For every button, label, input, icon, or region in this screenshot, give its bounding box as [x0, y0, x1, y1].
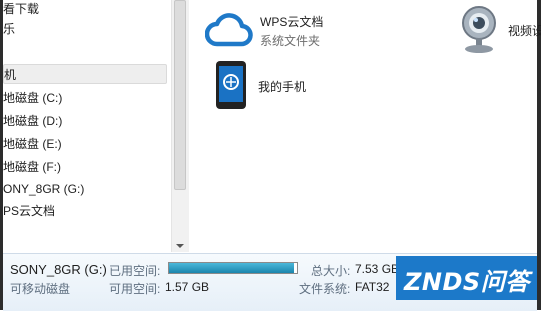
content-pane: WPS云文档 系统文件夹 视频设 我的手机 [189, 0, 541, 252]
tile-title: 视频设 [508, 24, 541, 38]
nav-item-drive-e[interactable]: 地磁盘 (E:) [3, 134, 62, 154]
usage-bar-fill [169, 263, 295, 273]
tile-title: WPS云文档 [260, 15, 324, 29]
tile-wps-cloud[interactable]: WPS云文档 系统文件夹 [205, 8, 375, 52]
nav-item-drive-g[interactable]: ONY_8GR (G:) [3, 179, 84, 199]
cloud-icon [205, 13, 253, 47]
nav-item-wps-cloud[interactable]: PS云文档 [3, 201, 55, 221]
total-size-value: 7.53 GB [355, 262, 400, 276]
usage-bar [168, 262, 298, 274]
file-system-value: FAT32 [355, 280, 390, 294]
scroll-down-arrow-icon[interactable] [176, 244, 184, 248]
tile-webcam[interactable]: 视频设 [459, 4, 541, 56]
drive-type: 可移动磁盘 [10, 282, 71, 296]
nav-item-drive-f[interactable]: 地磁盘 (F:) [3, 157, 61, 177]
drive-name: SONY_8GR (G:) [10, 262, 107, 277]
nav-item-computer[interactable]: 机 [3, 64, 167, 84]
phone-icon [216, 61, 246, 109]
total-size-label: 总大小: [311, 264, 351, 278]
nav-item-drive-d[interactable]: 地磁盘 (D:) [3, 111, 62, 131]
scrollbar-thumb[interactable] [174, 0, 186, 190]
nav-item-drive-c[interactable]: 地磁盘 (C:) [3, 88, 62, 108]
tile-subtitle: 系统文件夹 [260, 34, 321, 48]
watermark-text: ZNDS问答 [404, 268, 530, 296]
nav-item-music[interactable]: 乐 [3, 19, 15, 39]
tile-my-phone[interactable]: 我的手机 [215, 60, 325, 112]
nav-item-downloads[interactable]: 看下载 [3, 0, 39, 19]
free-space-label: 可用空间: [109, 282, 161, 296]
watermark: ZNDS问答 [396, 256, 537, 300]
file-system-label: 文件系统: [299, 282, 351, 296]
navigation-pane: 看下载 乐 机 地磁盘 (C:) 地磁盘 (D:) 地磁盘 (E:) 地磁盘 (… [3, 0, 171, 252]
webcam-icon [462, 6, 496, 53]
nav-scrollbar[interactable] [171, 0, 189, 252]
free-space-value: 1.57 GB [165, 280, 210, 294]
tile-title: 我的手机 [258, 80, 307, 94]
used-space-label: 已用空间: [109, 264, 161, 278]
